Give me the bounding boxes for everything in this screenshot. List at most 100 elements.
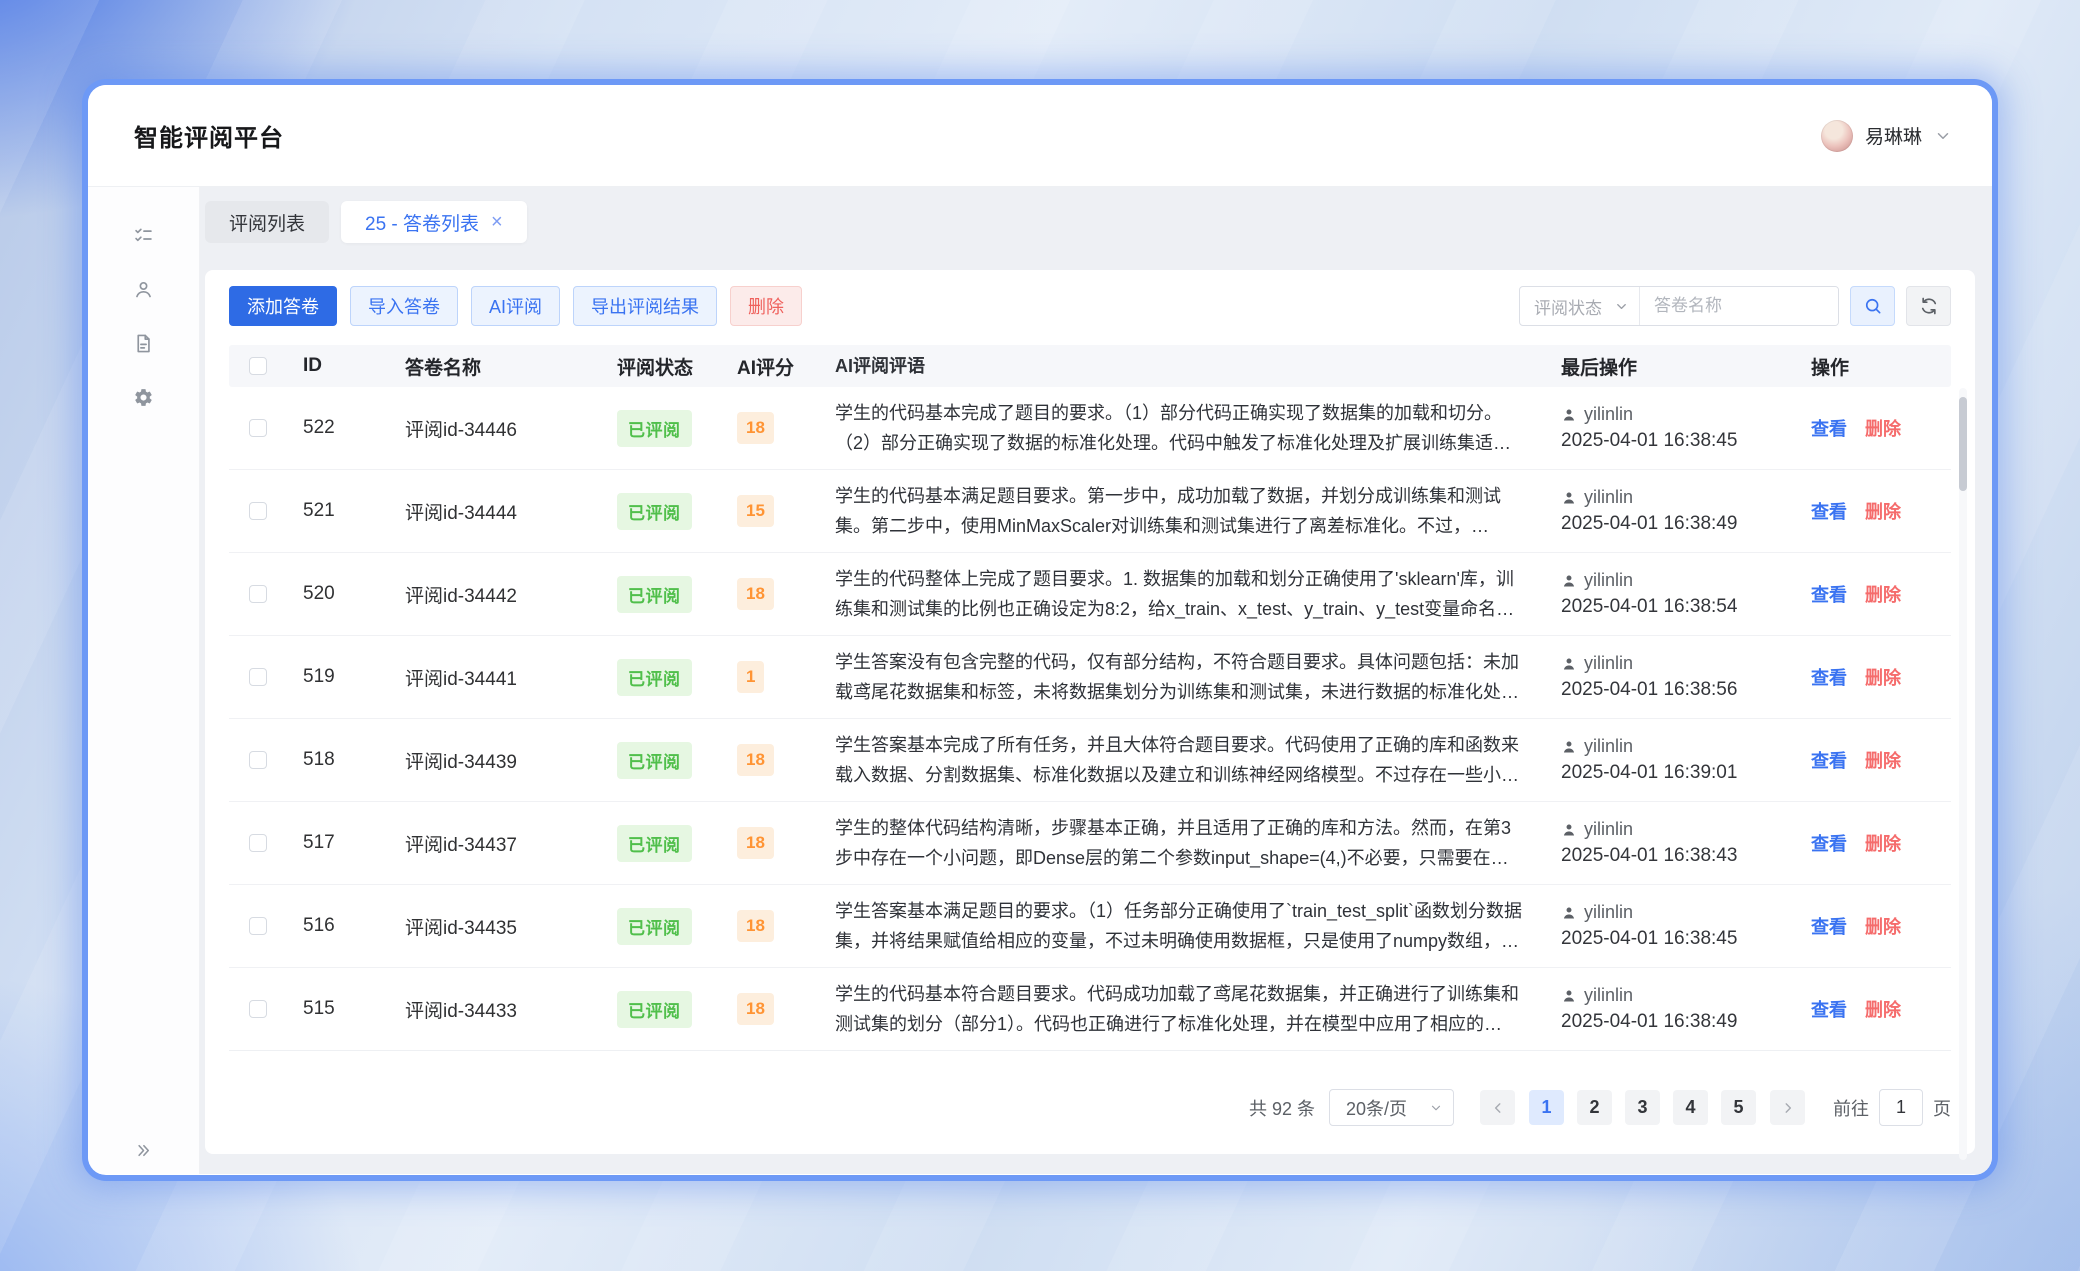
close-icon[interactable]: × xyxy=(491,212,503,232)
row-id: 521 xyxy=(287,500,379,522)
score-badge: 18 xyxy=(737,827,774,859)
sidebar-item-users[interactable] xyxy=(133,279,154,300)
scrollbar-thumb[interactable] xyxy=(1959,397,1967,491)
chevron-down-icon xyxy=(1429,1101,1443,1115)
row-checkbox[interactable] xyxy=(249,668,267,686)
row-checkbox[interactable] xyxy=(249,1000,267,1018)
user-menu[interactable]: 易琳琳 xyxy=(1821,120,1952,152)
filter-bar: 评阅状态 xyxy=(1519,286,1951,326)
row-checkbox[interactable] xyxy=(249,419,267,437)
row-name: 评阅id-34446 xyxy=(379,415,591,442)
operator-name: yilinlin xyxy=(1584,985,1633,1006)
view-link[interactable]: 查看 xyxy=(1811,498,1847,524)
document-icon xyxy=(133,333,154,354)
delete-link[interactable]: 删除 xyxy=(1865,747,1901,773)
avatar[interactable] xyxy=(1821,120,1853,152)
last-operation: yilinlin 2025-04-01 16:38:49 xyxy=(1561,487,1811,535)
sidebar-item-settings[interactable] xyxy=(133,387,154,408)
row-checkbox[interactable] xyxy=(249,751,267,769)
row-id: 522 xyxy=(287,417,379,439)
operation-time: 2025-04-01 16:38:45 xyxy=(1561,928,1737,950)
last-operation: yilinlin 2025-04-01 16:38:45 xyxy=(1561,902,1811,950)
view-link[interactable]: 查看 xyxy=(1811,996,1847,1022)
search-button[interactable] xyxy=(1850,286,1895,326)
row-id: 519 xyxy=(287,666,379,688)
view-link[interactable]: 查看 xyxy=(1811,581,1847,607)
delete-link[interactable]: 删除 xyxy=(1865,664,1901,690)
next-page-button[interactable] xyxy=(1770,1090,1805,1125)
row-checkbox[interactable] xyxy=(249,585,267,603)
header-id: ID xyxy=(287,355,379,377)
sidebar-collapse-toggle[interactable] xyxy=(88,1141,199,1160)
operator-name: yilinlin xyxy=(1584,570,1633,591)
row-comment: 学生的代码基本完成了题目的要求。（1）部分代码正确实现了数据集的加载和切分。（2… xyxy=(823,398,1561,458)
ai-review-button[interactable]: AI评阅 xyxy=(471,286,560,326)
operation-time: 2025-04-01 16:39:01 xyxy=(1561,762,1737,784)
view-link[interactable]: 查看 xyxy=(1811,664,1847,690)
row-checkbox[interactable] xyxy=(249,502,267,520)
delete-link[interactable]: 删除 xyxy=(1865,996,1901,1022)
sidebar-item-review-list[interactable] xyxy=(133,225,154,246)
tab-bar: 评阅列表 25 - 答卷列表 × xyxy=(205,201,1975,243)
last-operation: yilinlin 2025-04-01 16:38:56 xyxy=(1561,653,1811,701)
page-title: 智能评阅平台 xyxy=(134,118,284,153)
tab-review-list[interactable]: 评阅列表 xyxy=(205,201,329,243)
row-name: 评阅id-34441 xyxy=(379,664,591,691)
last-operation: yilinlin 2025-04-01 16:38:45 xyxy=(1561,404,1811,452)
delete-link[interactable]: 删除 xyxy=(1865,498,1901,524)
page-button-2[interactable]: 2 xyxy=(1577,1090,1612,1125)
prev-page-button[interactable] xyxy=(1480,1090,1515,1125)
operator-name: yilinlin xyxy=(1584,404,1633,425)
row-checkbox[interactable] xyxy=(249,834,267,852)
view-link[interactable]: 查看 xyxy=(1811,913,1847,939)
tab-answer-sheet-list[interactable]: 25 - 答卷列表 × xyxy=(341,201,527,243)
sidebar xyxy=(88,187,200,1174)
row-comment: 学生的整体代码结构清晰，步骤基本正确，并且适用了正确的库和方法。然而，在第3步中… xyxy=(823,813,1561,873)
add-answer-button[interactable]: 添加答卷 xyxy=(229,286,337,326)
delete-link[interactable]: 删除 xyxy=(1865,415,1901,441)
refresh-button[interactable] xyxy=(1906,286,1951,326)
header-score: AI评分 xyxy=(711,353,823,380)
status-badge: 已评阅 xyxy=(617,410,692,447)
delete-link[interactable]: 删除 xyxy=(1865,830,1901,856)
delete-button[interactable]: 删除 xyxy=(730,286,802,326)
page-list: 12345 xyxy=(1529,1090,1756,1125)
page-button-4[interactable]: 4 xyxy=(1673,1090,1708,1125)
status-badge: 已评阅 xyxy=(617,908,692,945)
view-link[interactable]: 查看 xyxy=(1811,747,1847,773)
user-icon xyxy=(1561,656,1577,672)
delete-link[interactable]: 删除 xyxy=(1865,581,1901,607)
row-checkbox[interactable] xyxy=(249,917,267,935)
total-count: 共 92 条 xyxy=(1249,1095,1315,1121)
operation-time: 2025-04-01 16:38:54 xyxy=(1561,596,1737,618)
table-row: 522 评阅id-34446 已评阅 18 学生的代码基本完成了题目的要求。（1… xyxy=(229,387,1951,470)
view-link[interactable]: 查看 xyxy=(1811,830,1847,856)
page-button-5[interactable]: 5 xyxy=(1721,1090,1756,1125)
review-status-select[interactable]: 评阅状态 xyxy=(1520,287,1640,325)
table-row: 517 评阅id-34437 已评阅 18 学生的整体代码结构清晰，步骤基本正确… xyxy=(229,802,1951,885)
operator-name: yilinlin xyxy=(1584,902,1633,923)
app-header: 智能评阅平台 易琳琳 xyxy=(88,85,1992,187)
header-last-op: 最后操作 xyxy=(1561,353,1811,380)
page-button-3[interactable]: 3 xyxy=(1625,1090,1660,1125)
row-comment: 学生的代码整体上完成了题目要求。1. 数据集的加载和划分正确使用了'sklear… xyxy=(823,564,1561,624)
export-results-button[interactable]: 导出评阅结果 xyxy=(573,286,717,326)
score-badge: 18 xyxy=(737,412,774,444)
goto-page-input[interactable] xyxy=(1879,1089,1923,1126)
operation-time: 2025-04-01 16:38:45 xyxy=(1561,430,1737,452)
select-all-checkbox[interactable] xyxy=(249,357,267,375)
import-answer-button[interactable]: 导入答卷 xyxy=(350,286,458,326)
view-link[interactable]: 查看 xyxy=(1811,415,1847,441)
chevron-right-icon xyxy=(1781,1101,1795,1115)
table-row: 518 评阅id-34439 已评阅 18 学生答案基本完成了所有任务，并且大体… xyxy=(229,719,1951,802)
page-button-1[interactable]: 1 xyxy=(1529,1090,1564,1125)
delete-link[interactable]: 删除 xyxy=(1865,913,1901,939)
answer-name-input[interactable] xyxy=(1640,287,1838,325)
table-body: 522 评阅id-34446 已评阅 18 学生的代码基本完成了题目的要求。（1… xyxy=(229,387,1951,1051)
app-window: 智能评阅平台 易琳琳 xyxy=(88,85,1992,1175)
last-operation: yilinlin 2025-04-01 16:39:01 xyxy=(1561,736,1811,784)
row-id: 517 xyxy=(287,832,379,854)
page-size-select[interactable]: 20条/页 xyxy=(1329,1089,1454,1126)
sidebar-item-documents[interactable] xyxy=(133,333,154,354)
table-row: 515 评阅id-34433 已评阅 18 学生的代码基本符合题目要求。代码成功… xyxy=(229,968,1951,1051)
